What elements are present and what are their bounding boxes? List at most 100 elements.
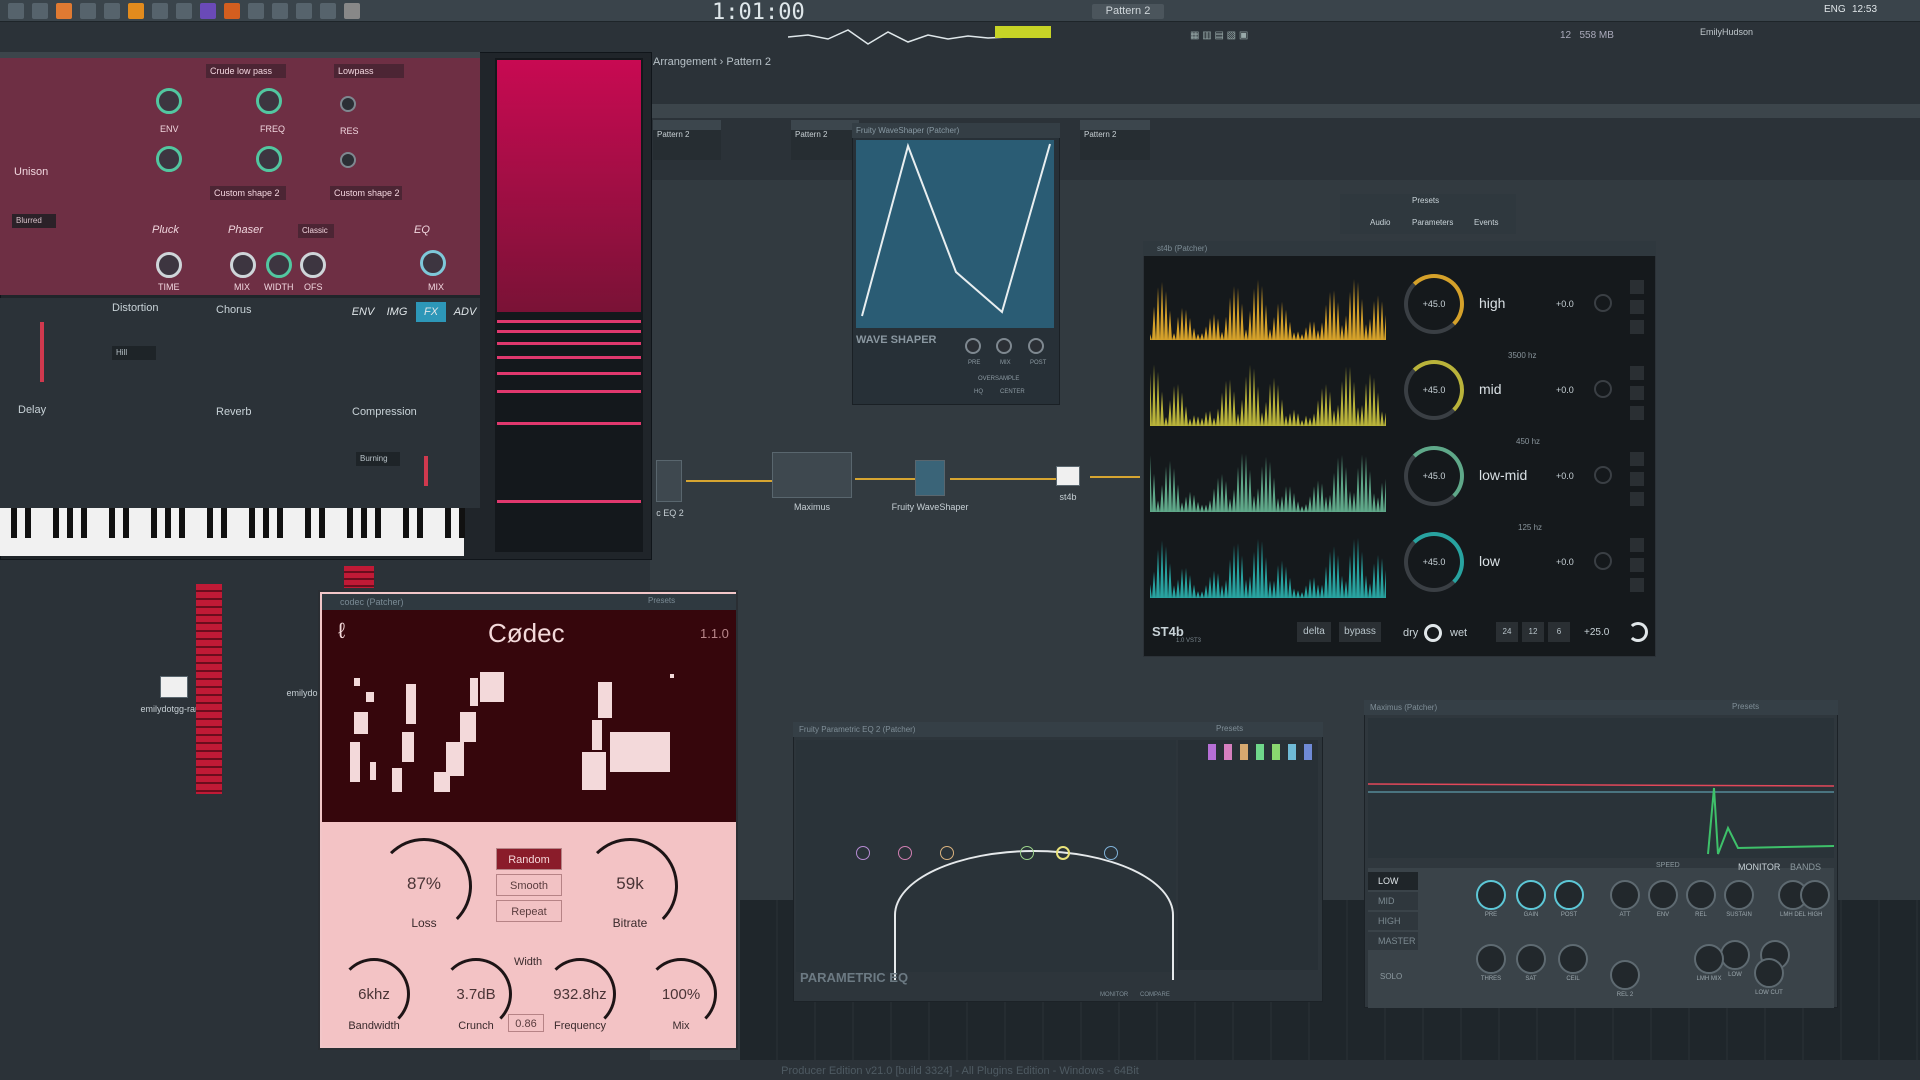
piano-black-key[interactable] [25,508,31,538]
band-mid[interactable]: MID [1368,892,1418,910]
st4b-title[interactable]: st4b (Patcher) [1143,241,1656,256]
pattern-selector[interactable]: Pattern 2 [1092,4,1164,19]
step-sequencer-fragment[interactable] [344,566,374,588]
band-mode-button[interactable] [1630,492,1644,506]
pattern-block[interactable]: Pattern 2 [791,120,859,160]
piano-black-key[interactable] [249,508,255,538]
maximus-knob[interactable] [1554,880,1584,910]
app9-icon[interactable] [344,3,360,19]
res2-knob[interactable] [340,152,356,168]
crossover-high[interactable]: 3500 hz [1508,351,1536,360]
piano-black-key[interactable] [67,508,73,538]
piano-black-key[interactable] [361,508,367,538]
save-icon[interactable] [32,3,48,19]
maximus-title[interactable]: Maximus (Patcher) [1364,700,1838,715]
maximus-knob[interactable] [1610,960,1640,990]
band-gain-value[interactable]: +0.0 [1556,385,1574,395]
app2-icon[interactable] [152,3,168,19]
pattern-block[interactable]: Pattern 2 [653,120,721,160]
piano-black-key[interactable] [11,508,17,538]
app4-icon[interactable] [224,3,240,19]
app7-icon[interactable] [296,3,312,19]
waveshaper-node-icon[interactable] [915,460,945,496]
bypass-button[interactable]: bypass [1339,622,1381,642]
band-mode-button[interactable] [1630,578,1644,592]
st4b-presets[interactable]: Presets [1412,196,1439,205]
maximus-knob[interactable] [1694,944,1724,974]
phaser-mix-knob[interactable] [230,252,256,278]
piano-black-key[interactable] [151,508,157,538]
folder-icon[interactable] [80,3,96,19]
step-12-button[interactable]: 12 [1522,622,1544,642]
mix-knob[interactable] [996,338,1012,354]
eq-node-icon[interactable] [656,460,682,502]
random-node-icon[interactable] [160,676,188,698]
maximus-knob[interactable] [1516,944,1546,974]
freq2-knob[interactable] [256,146,282,172]
piano-black-key[interactable] [305,508,311,538]
maximus-knob[interactable] [1800,880,1830,910]
song-time[interactable]: 1:01:00 [712,0,805,25]
post-knob[interactable] [1028,338,1044,354]
band-gain-knob[interactable] [1594,294,1612,312]
piano-black-key[interactable] [53,508,59,538]
peq-band-handle[interactable] [940,846,954,860]
piano-black-key[interactable] [207,508,213,538]
breadcrumb[interactable]: Arrangement › Pattern 2 [653,56,771,68]
peq-band-handle[interactable] [1104,846,1118,860]
compression-slider[interactable] [424,456,428,486]
band-master[interactable]: MASTER [1368,932,1418,950]
audio-tab[interactable]: Audio [1370,218,1390,227]
peq-band-handle[interactable] [1020,846,1034,860]
eq-mix-knob[interactable] [420,250,446,276]
ofs-knob[interactable] [300,252,326,278]
peq-monitor[interactable]: MONITOR [1100,992,1128,998]
tab-fx[interactable]: FX [416,302,446,322]
piano-black-key[interactable] [179,508,185,538]
maximus-knob[interactable] [1610,880,1640,910]
tab-adv[interactable]: ADV [450,302,480,322]
app-icon[interactable] [104,3,120,19]
res-knob[interactable] [340,96,356,112]
piano-black-key[interactable] [109,508,115,538]
fl-logo-icon[interactable] [128,3,144,19]
phaser-mode-select[interactable]: Classic [298,224,334,238]
piano-black-key[interactable] [319,508,325,538]
peq-sliders[interactable] [1178,740,1318,970]
tab-img[interactable]: IMG [382,302,412,322]
maximus-knob[interactable] [1754,958,1784,988]
peq-title[interactable]: Fruity Parametric EQ 2 (Patcher) [793,722,1323,737]
band-mode-button[interactable] [1630,386,1644,400]
events-tab[interactable]: Events [1474,218,1498,227]
band-gain-knob[interactable] [1594,466,1612,484]
maximus-knob[interactable] [1686,880,1716,910]
step-6-button[interactable]: 6 [1548,622,1570,642]
language-indicator[interactable]: ENG [1824,4,1846,15]
app3-icon[interactable] [176,3,192,19]
smooth-button[interactable]: Smooth [496,874,562,896]
compression-mode-select[interactable]: Burning [356,452,400,466]
unison-mode-select[interactable]: Blurred [12,214,56,228]
toolbar-tools[interactable]: ▦ ▥ ▤ ▧ ▣ [1190,30,1290,46]
menu-icon[interactable] [8,3,24,19]
hq-option[interactable]: HQ [974,389,983,395]
band-mode-button[interactable] [1630,452,1644,466]
tab-env[interactable]: ENV [348,302,378,322]
distortion-mode-select[interactable]: Hill [112,346,156,360]
maximus-node-icon[interactable] [772,452,852,498]
piano-black-key[interactable] [165,508,171,538]
random-button[interactable]: Random [496,848,562,870]
app6-icon[interactable] [272,3,288,19]
band-gain-knob[interactable] [1594,552,1612,570]
piano-black-key[interactable] [277,508,283,538]
freq-knob[interactable] [256,88,282,114]
piano-black-key[interactable] [221,508,227,538]
band-mode-button[interactable] [1630,366,1644,380]
piano-black-key[interactable] [459,508,465,538]
band-mode-button[interactable] [1630,406,1644,420]
filter1-select[interactable]: Crude low pass [206,64,286,78]
crossover-low[interactable]: 125 hz [1518,523,1542,532]
maximus-knob[interactable] [1476,944,1506,974]
band-mode-button[interactable] [1630,300,1644,314]
monitor-tab[interactable]: MONITOR [1738,862,1780,872]
